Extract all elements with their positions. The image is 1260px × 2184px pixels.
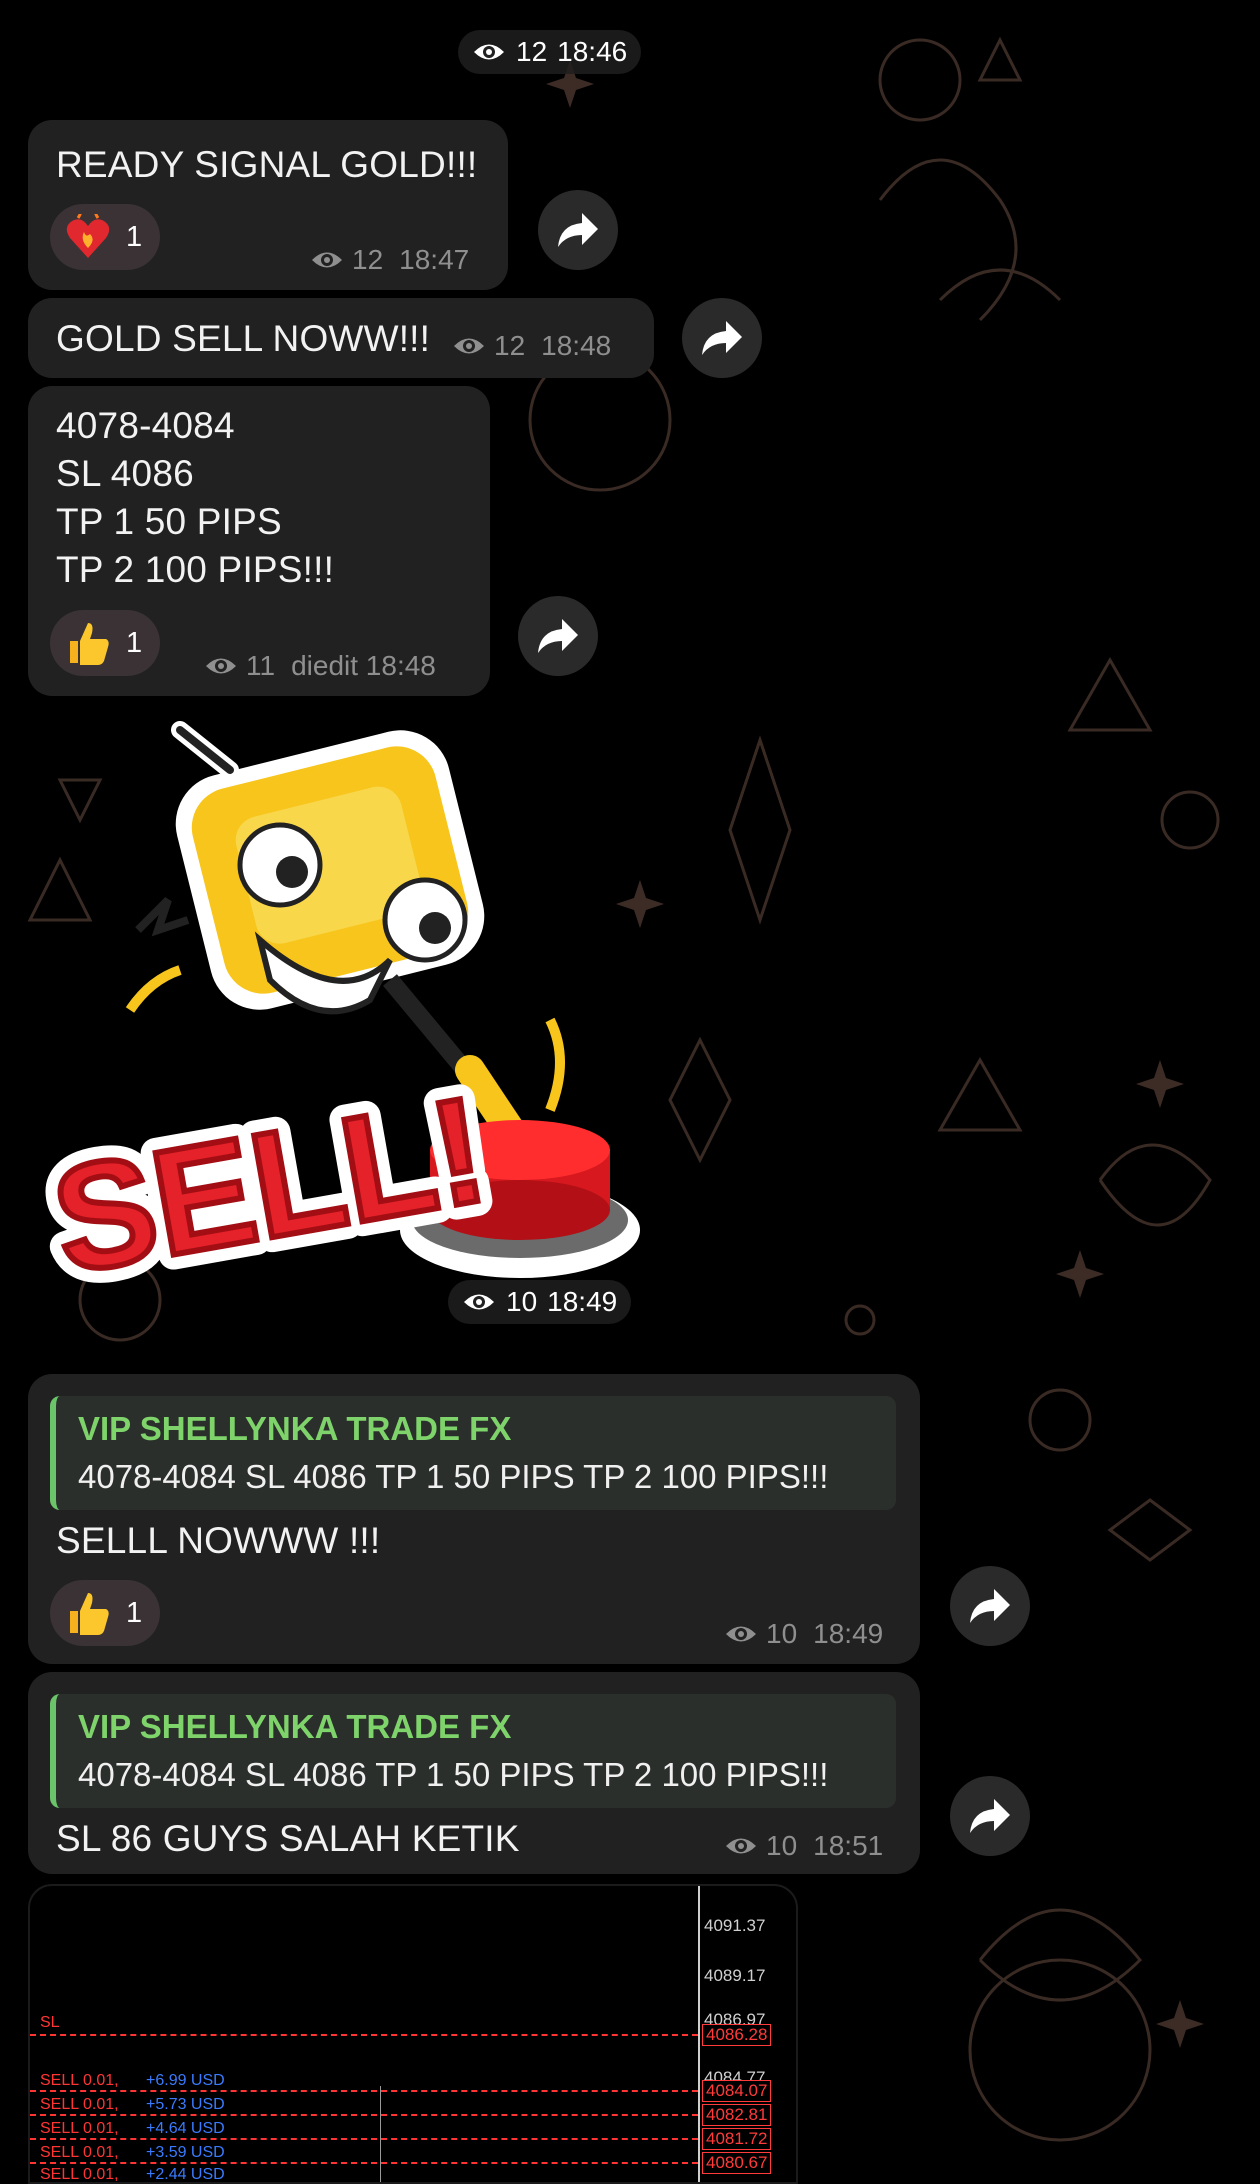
gold-character-icon — [125, 721, 565, 1145]
message-gold-sell[interactable]: GOLD SELL NOWW!!! 12 18:48 — [28, 298, 654, 378]
sticker-meta-pill: 10 18:49 — [448, 1280, 632, 1324]
share-button[interactable] — [682, 298, 762, 378]
reaction-chip[interactable]: 1 — [50, 610, 161, 676]
share-button[interactable] — [538, 190, 618, 270]
svg-text:SELL!: SELL! — [42, 1064, 498, 1300]
order-line — [30, 2162, 698, 2164]
share-arrow-icon — [538, 619, 578, 653]
views-eye-icon — [312, 252, 342, 268]
sell-sticker-label-art: SELL! SELL! — [30, 1049, 512, 1300]
order-profit: +2.44 USD — [146, 2166, 225, 2183]
order-label: SELL 0.01, — [40, 2144, 119, 2161]
views-count: 12 — [352, 244, 384, 275]
order-line — [30, 2138, 698, 2140]
views-count: 10 — [766, 1618, 798, 1649]
reaction-count: 1 — [126, 1596, 143, 1629]
order-profit: +4.64 USD — [146, 2120, 225, 2137]
price-box: 4082.81 — [702, 2104, 772, 2126]
heart-on-fire-icon — [66, 214, 110, 258]
views-eye-icon — [474, 44, 504, 60]
order-label: SELL 0.01, — [40, 2072, 119, 2089]
order-label: SELL 0.01, — [40, 2096, 119, 2113]
sl-label: SL — [40, 2014, 60, 2031]
message-text: SELLL NOWWW !!! — [56, 1520, 381, 1561]
message-meta: 10 18:49 — [724, 1618, 883, 1650]
price-box: 4084.07 — [702, 2080, 772, 2102]
order-profit: +3.59 USD — [146, 2144, 225, 2161]
message-time: 18:51 — [813, 1830, 884, 1861]
reaction-chip[interactable]: 1 — [50, 204, 161, 270]
sell-sticker[interactable]: SELL! SELL! — [30, 710, 660, 1300]
views-eye-icon — [726, 1838, 756, 1854]
price-box: 4081.72 — [702, 2128, 772, 2150]
share-button[interactable] — [518, 596, 598, 676]
message-text: SL 86 GUYS SALAH KETIK — [56, 1818, 520, 1859]
views-count: 11 — [246, 650, 276, 681]
share-arrow-icon — [970, 1799, 1010, 1833]
share-arrow-icon — [558, 213, 598, 247]
order-line — [30, 2114, 698, 2116]
message-text-line-2: SL 4086 — [56, 453, 194, 494]
price-axis-divider — [698, 1886, 700, 2182]
message-time: 18:49 — [813, 1618, 884, 1649]
thumbs-up-icon — [70, 1593, 109, 1635]
reply-quote[interactable]: VIP SHELLYNKA TRADE FX 4078-4084 SL 4086… — [50, 1396, 896, 1510]
reply-author: VIP SHELLYNKA TRADE FX — [78, 1708, 512, 1745]
price-label: 4089.17 — [704, 1966, 766, 1985]
message-meta: 10 18:51 — [724, 1830, 883, 1862]
share-button[interactable] — [950, 1776, 1030, 1856]
time-divider — [380, 2086, 381, 2182]
message-sell-now[interactable]: VIP SHELLYNKA TRADE FX 4078-4084 SL 4086… — [28, 1374, 920, 1664]
reaction-count: 1 — [126, 626, 143, 659]
views-count: 10 — [506, 1286, 538, 1317]
thumbs-up-icon — [70, 623, 109, 665]
message-text-line-1: 4078-4084 — [56, 405, 235, 446]
message-meta: 11 diedit 18:48 — [204, 650, 436, 682]
views-count: 12 — [494, 330, 526, 361]
views-eye-icon — [726, 1626, 756, 1642]
top-meta-pill: 12 18:46 — [458, 30, 642, 74]
message-text: GOLD SELL NOWW!!! — [56, 318, 431, 359]
top-views: 12 — [516, 36, 548, 67]
order-profit: +6.99 USD — [146, 2072, 225, 2089]
price-box: 4080.67 — [702, 2152, 772, 2174]
share-button[interactable] — [950, 1566, 1030, 1646]
sl-line — [30, 2034, 698, 2036]
order-line — [30, 2090, 698, 2092]
message-ready-signal[interactable]: READY SIGNAL GOLD!!! 1 12 18:47 — [28, 120, 508, 290]
price-label: 4091.37 — [704, 1916, 766, 1935]
order-profit: +5.73 USD — [146, 2096, 225, 2113]
message-time: 18:48 — [541, 330, 612, 361]
reply-quote[interactable]: VIP SHELLYNKA TRADE FX 4078-4084 SL 4086… — [50, 1694, 896, 1808]
price-box: 4086.28 — [702, 2024, 772, 2046]
views-eye-icon — [206, 658, 236, 674]
trading-screenshot[interactable]: 4091.37 4089.17 4086.97 4084.77 SL 4086.… — [28, 1884, 798, 2184]
message-text: READY SIGNAL GOLD!!! — [56, 144, 478, 185]
share-arrow-icon — [970, 1589, 1010, 1623]
reply-text: 4078-4084 SL 4086 TP 1 50 PIPS TP 2 100 … — [78, 1458, 829, 1495]
message-time: 18:49 — [547, 1286, 618, 1317]
reaction-chip[interactable]: 1 — [50, 1580, 161, 1646]
message-text-line-3: TP 1 50 PIPS — [56, 501, 282, 542]
share-arrow-icon — [702, 321, 742, 355]
message-time: 18:47 — [399, 244, 470, 275]
message-sl-correction[interactable]: VIP SHELLYNKA TRADE FX 4078-4084 SL 4086… — [28, 1672, 920, 1874]
message-meta: 12 18:47 — [310, 244, 469, 276]
message-meta: 12 18:48 — [452, 330, 611, 362]
message-time: diedit 18:48 — [291, 650, 436, 681]
reply-author: VIP SHELLYNKA TRADE FX — [78, 1410, 512, 1447]
views-eye-icon — [464, 1294, 494, 1310]
views-count: 10 — [766, 1830, 798, 1861]
order-label: SELL 0.01, — [40, 2166, 119, 2183]
order-label: SELL 0.01, — [40, 2120, 119, 2137]
message-signal-details[interactable]: 4078-4084 SL 4086 TP 1 50 PIPS TP 2 100 … — [28, 386, 490, 696]
reply-text: 4078-4084 SL 4086 TP 1 50 PIPS TP 2 100 … — [78, 1756, 829, 1793]
message-text-line-4: TP 2 100 PIPS!!! — [56, 549, 335, 590]
top-time: 18:46 — [557, 36, 628, 67]
reaction-count: 1 — [126, 220, 143, 253]
views-eye-icon — [454, 338, 484, 354]
